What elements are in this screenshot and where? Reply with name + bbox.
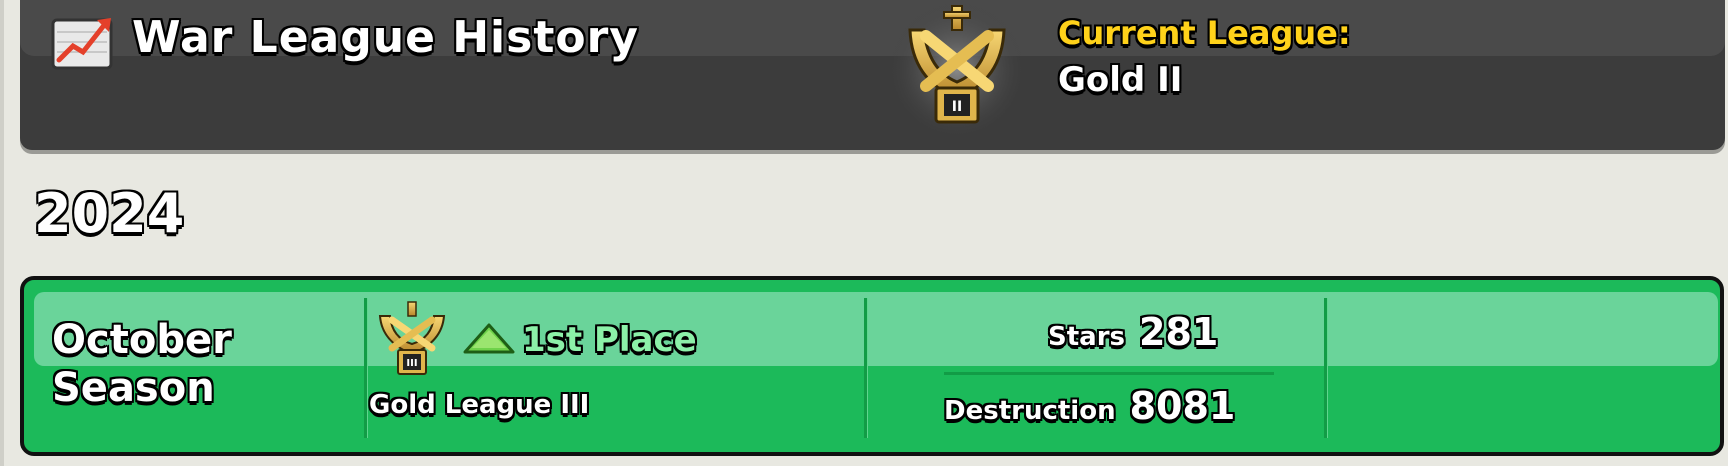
current-league-label: Current League:	[1058, 14, 1351, 52]
destruction-value: 8081	[1129, 384, 1236, 428]
window-edge	[0, 0, 4, 466]
season-name: October Season	[52, 316, 312, 412]
card-divider	[1324, 298, 1327, 438]
history-chart-icon	[51, 18, 113, 70]
page-title: War League History	[132, 12, 639, 63]
stars-stat: Stars 281	[1048, 310, 1218, 354]
season-name-line2: Season	[52, 365, 215, 411]
promotion-arrow-icon	[463, 323, 515, 354]
year-heading: 2024	[34, 182, 185, 245]
card-divider	[364, 298, 367, 438]
gold-league-badge-icon: III	[378, 301, 446, 375]
season-league-name: Gold League III	[369, 390, 590, 420]
stats-separator	[944, 372, 1274, 375]
season-name-line1: October	[52, 317, 232, 363]
destruction-stat: Destruction 8081	[944, 384, 1235, 428]
header-panel: War League History II Current League: Go…	[20, 0, 1725, 150]
stars-value: 281	[1139, 310, 1219, 354]
card-badge-numeral: III	[406, 358, 417, 369]
stars-label: Stars	[1048, 322, 1125, 352]
gold-league-badge-icon: II	[887, 0, 1027, 140]
placement-text: 1st Place	[522, 320, 697, 360]
header-badge-numeral: II	[952, 99, 962, 115]
season-card[interactable]: October Season III 1st Place Gold League…	[20, 276, 1724, 456]
card-divider	[864, 298, 867, 438]
destruction-label: Destruction	[944, 396, 1116, 426]
current-league-value: Gold II	[1058, 60, 1183, 100]
